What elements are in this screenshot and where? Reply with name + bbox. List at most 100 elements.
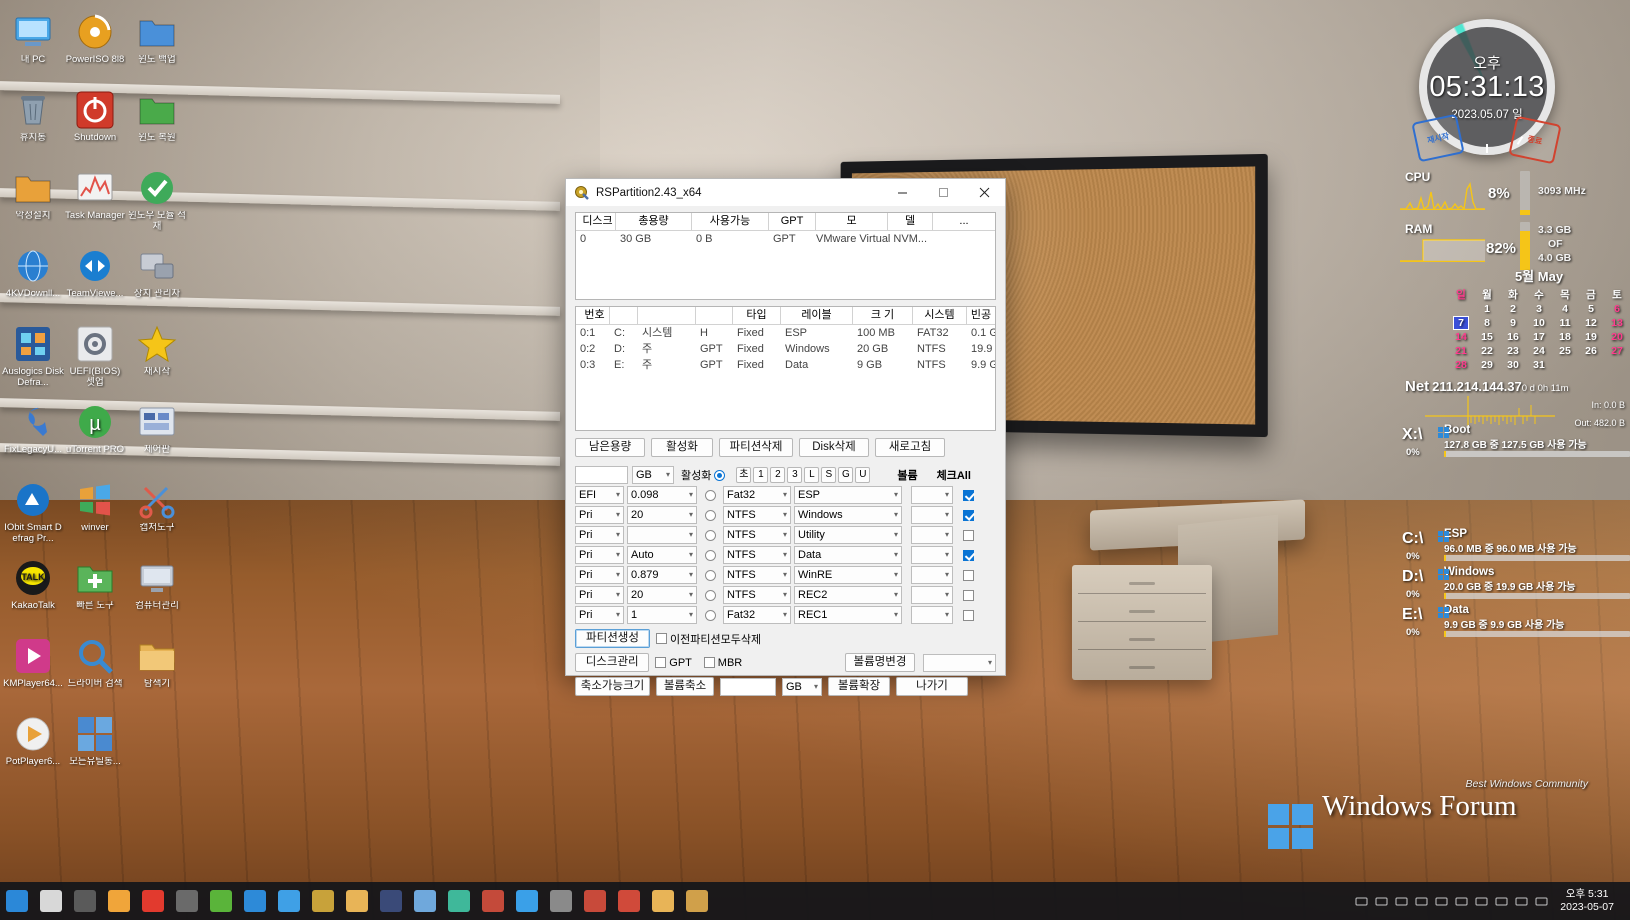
desktop-icon-snip[interactable]: 캡처도구: [126, 480, 188, 534]
disk-column-header[interactable]: ...: [933, 213, 995, 230]
partition-label-combo[interactable]: Windows ▾: [794, 506, 902, 524]
taskbar[interactable]: 오후 5:31 2023-05-07: [0, 882, 1630, 920]
partition-type-combo[interactable]: Pri ▾: [575, 566, 624, 584]
disk-management-button[interactable]: 디스크관리: [575, 653, 650, 672]
disk-list[interactable]: 디스크 총용량 사용가능 GPT 모 델... 0 30 GB 0 B GPT VMware Vi…: [575, 212, 996, 300]
desktop-icon-explorer[interactable]: 탐색기: [126, 636, 188, 690]
extend-volume-button[interactable]: 볼륨확장: [828, 677, 890, 696]
partition-fs-combo[interactable]: NTFS ▾: [723, 506, 791, 524]
partition-size-combo[interactable]: Auto ▾: [627, 546, 697, 564]
shrink-row[interactable]: 축소가능크기 볼륨축소 GB ▾ 볼륨확장 나가기: [575, 677, 996, 696]
partition-type-combo[interactable]: Pri ▾: [575, 526, 624, 544]
partition-column-header[interactable]: 레이블: [781, 307, 853, 324]
action-button-4[interactable]: 새로고침: [875, 438, 945, 457]
desktop-icon-chart[interactable]: Task Manager: [64, 168, 126, 222]
tray-speaker-icon[interactable]: [1475, 895, 1488, 908]
disk-column-header[interactable]: GPT: [769, 213, 816, 230]
partition-type-combo[interactable]: Pri ▾: [575, 606, 624, 624]
partition-column-header[interactable]: [610, 307, 638, 324]
taskbar-item-nvidia[interactable]: [204, 882, 238, 920]
flag-button-1[interactable]: 1: [753, 467, 769, 483]
tray-pin-icon[interactable]: [1455, 895, 1468, 908]
desktop-icon-kakao[interactable]: TALK KakaoTalk: [2, 558, 64, 612]
partition-check[interactable]: [962, 529, 974, 541]
partition-active-radio[interactable]: [704, 529, 716, 541]
tray-wifi-icon[interactable]: [1495, 895, 1508, 908]
rspartition-window[interactable]: RSPartition2.43_x64 디스크 총용량 사용가능 GPT 모 델... 0…: [565, 178, 1006, 696]
partition-size-combo[interactable]: 0.098 ▾: [627, 486, 697, 504]
taskbar-clock[interactable]: 오후 5:31 2023-05-07: [1554, 888, 1620, 914]
taskbar-item-search[interactable]: [34, 882, 68, 920]
flag-button-2[interactable]: 2: [770, 467, 786, 483]
partition-volume-combo[interactable]: ▾: [911, 606, 953, 624]
action-button-3[interactable]: Disk삭제: [799, 438, 869, 457]
partition-type-combo[interactable]: EFI ▾: [575, 486, 624, 504]
partition-fs-combo[interactable]: NTFS ▾: [723, 566, 791, 584]
disk-list-rows[interactable]: 0 30 GB 0 B GPT VMware Virtual NVM...: [576, 231, 995, 247]
disk-column-header[interactable]: 총용량: [616, 213, 692, 230]
desktop-icon-device[interactable]: 장치 관리자: [126, 246, 188, 300]
action-button-1[interactable]: 활성화: [651, 438, 713, 457]
partition-type-combo[interactable]: Pri ▾: [575, 586, 624, 604]
shrinkable-size-button[interactable]: 축소가능크기: [575, 677, 650, 696]
partition-active-radio[interactable]: [704, 549, 716, 561]
partition-active-radio[interactable]: [704, 489, 716, 501]
shrink-size-input[interactable]: [720, 677, 776, 696]
disk-row[interactable]: 0 30 GB 0 B GPT VMware Virtual NVM...: [576, 231, 995, 247]
desktop-icon-folder-tools[interactable]: 빠른 도구: [64, 558, 126, 612]
check-all-label[interactable]: 체크All: [937, 467, 971, 483]
partition-volume-combo[interactable]: ▾: [911, 546, 953, 564]
partition-edit-rows[interactable]: EFI ▾ 0.098 ▾ Fat32 ▾ ESP ▾ ▾ Pri ▾ 20 ▾ NTFS ▾…: [575, 486, 996, 624]
partition-row[interactable]: 0:3 E: 주 GPT Fixed Data 9 GB NTFS 9.9 GB: [576, 357, 995, 373]
partition-active-radio[interactable]: [704, 569, 716, 581]
maximize-button[interactable]: [923, 179, 964, 206]
taskbar-item-rspartition[interactable]: [408, 882, 442, 920]
desktop-icon-check[interactable]: 윈도우 모듈 적재: [126, 168, 188, 232]
active-radio-header[interactable]: [714, 469, 726, 481]
create-partition-button[interactable]: 파티션생성: [575, 629, 650, 648]
desktop-icon-utils[interactable]: 모든유틸통...: [64, 714, 126, 768]
partition-active-radio[interactable]: [704, 589, 716, 601]
partition-row[interactable]: 0:2 D: 주 GPT Fixed Windows 20 GB NTFS 19.9 GB: [576, 341, 995, 357]
desktop-icon-folder-blue[interactable]: 윈도 백업: [126, 12, 188, 66]
disk-column-header[interactable]: 델: [888, 213, 933, 230]
tray-cloud-icon[interactable]: [1415, 895, 1428, 908]
partition-label-combo[interactable]: REC2 ▾: [794, 586, 902, 604]
taskbar-item-edge[interactable]: [238, 882, 272, 920]
create-row[interactable]: 파티션생성 이전파티션모두삭제: [575, 629, 996, 648]
desktop-icon-teamviewer[interactable]: TeamViewe...: [64, 246, 126, 300]
flag-button-S[interactable]: S: [821, 467, 837, 483]
action-button-2[interactable]: 파티션삭제: [719, 438, 793, 457]
flag-button-L[interactable]: L: [804, 467, 820, 483]
desktop-icon-folder-green[interactable]: 윈도 복원: [126, 90, 188, 144]
disk-mgmt-row[interactable]: 디스크관리 GPT MBR 볼륨명변경 ▾: [575, 653, 996, 672]
desktop-icon-iobit[interactable]: IObit Smart Defrag Pr...: [2, 480, 64, 544]
partition-list-rows[interactable]: 0:1 C: 시스템 H Fixed ESP 100 MB FAT32 0.1 GB 0:2 D: 주…: [576, 325, 995, 373]
partition-column-header[interactable]: 번호: [576, 307, 610, 324]
desktop-icon-compmgmt[interactable]: 컴퓨터관리: [126, 558, 188, 612]
disk-column-header[interactable]: 사용가능: [692, 213, 769, 230]
partition-active-radio[interactable]: [704, 509, 716, 521]
tray-icons[interactable]: [1355, 895, 1548, 908]
partition-column-header[interactable]: [638, 307, 696, 324]
partition-edit-row[interactable]: Pri ▾ 0.879 ▾ NTFS ▾ WinRE ▾ ▾: [575, 566, 996, 584]
desktop-icon-disc[interactable]: PowerISO 8l8: [64, 12, 126, 66]
disk-column-header[interactable]: 모: [816, 213, 888, 230]
partition-size-combo[interactable]: 0.879 ▾: [627, 566, 697, 584]
total-size-input[interactable]: [575, 466, 628, 484]
close-button[interactable]: [964, 179, 1005, 206]
shrink-volume-button[interactable]: 볼륨축소: [656, 677, 714, 696]
desktop-icon-kmp[interactable]: KMPlayer64...: [2, 636, 64, 690]
taskbar-item-editor[interactable]: [306, 882, 340, 920]
desktop-icon-star[interactable]: 재시작: [126, 324, 188, 378]
taskbar-item-box[interactable]: [544, 882, 578, 920]
partition-type-combo[interactable]: Pri ▾: [575, 546, 624, 564]
partition-column-header[interactable]: 타입: [733, 307, 781, 324]
partition-volume-combo[interactable]: ▾: [911, 486, 953, 504]
flag-button-3[interactable]: 3: [787, 467, 803, 483]
partition-edit-row[interactable]: Pri ▾ Auto ▾ NTFS ▾ Data ▾ ▾: [575, 546, 996, 564]
partition-label-combo[interactable]: Utility ▾: [794, 526, 902, 544]
partition-fs-combo[interactable]: NTFS ▾: [723, 586, 791, 604]
partition-edit-row[interactable]: Pri ▾ 20 ▾ NTFS ▾ REC2 ▾ ▾: [575, 586, 996, 604]
desktop-icon-pc[interactable]: 내 PC: [2, 12, 64, 66]
